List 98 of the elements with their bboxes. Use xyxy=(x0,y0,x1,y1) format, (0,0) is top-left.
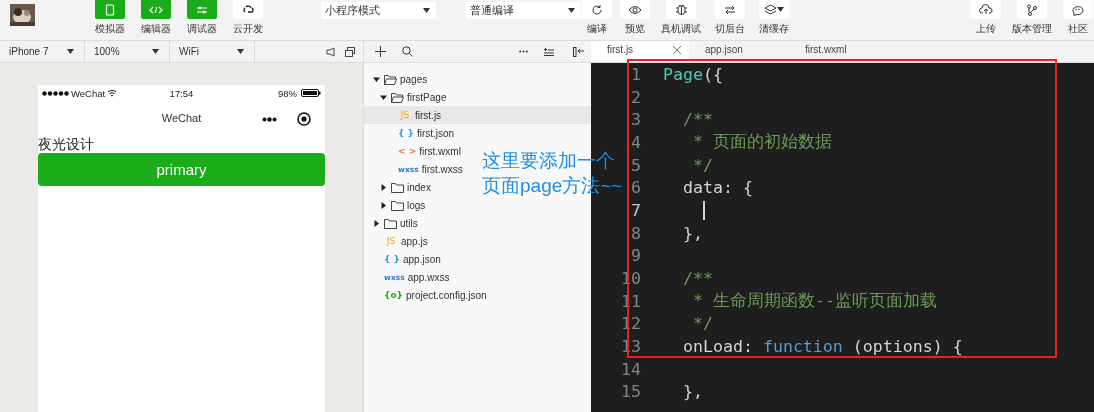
more-icon[interactable] xyxy=(262,116,277,122)
tree-item[interactable]: index xyxy=(407,181,431,193)
tree-item[interactable]: app.wxss xyxy=(407,271,450,283)
file-type-icon: { } xyxy=(398,128,414,138)
line-number: 1 xyxy=(631,64,641,84)
tree-item[interactable]: firstPage xyxy=(407,91,447,103)
dropdown[interactable]: iPhone 7 xyxy=(0,41,85,62)
line-number: 14 xyxy=(621,359,641,379)
branch-icon xyxy=(1026,3,1038,16)
file-type-icon: JS xyxy=(398,110,412,120)
switch-icon xyxy=(724,4,736,15)
expanded-arrow-icon[interactable] xyxy=(373,75,380,83)
speaker-icon[interactable] xyxy=(326,46,335,57)
caret-icon xyxy=(67,49,74,54)
toolbar-button[interactable]: 真机调试 xyxy=(658,0,704,35)
tree-item[interactable]: first.wxml xyxy=(419,145,461,157)
line-number: 15 xyxy=(621,382,641,402)
caret-icon xyxy=(152,49,159,54)
wifi-icon xyxy=(107,89,118,97)
code-line: Page({ xyxy=(663,64,723,84)
line-number: 9 xyxy=(631,246,641,266)
window-icon[interactable] xyxy=(345,46,355,57)
code-line: }, xyxy=(681,223,703,243)
tree-item[interactable]: logs xyxy=(407,199,426,211)
tree-item[interactable]: app.js xyxy=(401,235,428,247)
tree-item[interactable]: app.json xyxy=(402,253,441,265)
tree-item[interactable]: pages xyxy=(400,73,428,85)
search-icon[interactable] xyxy=(402,46,413,57)
link-icon xyxy=(241,4,255,15)
code-line: */ xyxy=(691,314,713,334)
line-number: 2 xyxy=(631,87,641,107)
sliders-icon xyxy=(196,5,208,14)
status-time: 17:54 xyxy=(168,87,195,99)
add-icon[interactable] xyxy=(375,46,386,57)
collapse-icon[interactable] xyxy=(573,46,584,57)
layers-icon xyxy=(764,3,777,16)
bug-icon xyxy=(674,3,688,16)
file-type-icon: JS xyxy=(384,236,398,246)
close-target-icon[interactable] xyxy=(297,112,311,126)
battery-level: 98% xyxy=(278,87,297,99)
open-folder-icon xyxy=(391,91,404,103)
line-number: 8 xyxy=(631,223,641,243)
line-number: 5 xyxy=(631,155,641,175)
folder-icon xyxy=(384,217,397,229)
caret-icon xyxy=(568,8,575,13)
code-line: onLoad: function (options) { xyxy=(681,337,963,357)
tree-item[interactable]: first.json xyxy=(416,127,455,139)
cloud-upload-icon xyxy=(979,4,993,15)
battery-icon xyxy=(301,89,321,97)
toolbar-button[interactable]: 清缓存 xyxy=(756,0,792,35)
collapsed-arrow-icon[interactable] xyxy=(380,201,387,209)
code-line: }, xyxy=(681,382,703,402)
file-type-icon: { } xyxy=(384,254,400,264)
line-number: 4 xyxy=(631,132,641,152)
page-text: 夜光设计 xyxy=(38,135,94,153)
dropdown[interactable]: 100% xyxy=(85,41,170,62)
file-type-icon: < > xyxy=(398,146,417,156)
folder-icon xyxy=(391,181,404,193)
code-line: /** xyxy=(681,269,713,289)
annotation-text: 这里要添加一个 xyxy=(482,149,615,173)
collapsed-arrow-icon[interactable] xyxy=(373,219,380,227)
dropdown[interactable]: 普通编译 xyxy=(466,2,581,19)
dropdown[interactable]: 小程序模式 xyxy=(321,2,436,19)
code-line: data: { xyxy=(681,178,753,198)
chat-icon xyxy=(1070,3,1086,16)
collapsed-arrow-icon[interactable] xyxy=(380,183,387,191)
caret-icon xyxy=(237,49,244,54)
line-number: 6 xyxy=(631,178,641,198)
carrier-name: WeChat xyxy=(71,87,106,99)
folder-icon xyxy=(391,199,404,211)
code-line: * 页面的初始数据 xyxy=(691,131,832,154)
line-number: 3 xyxy=(631,110,641,130)
signal-icon xyxy=(42,90,69,96)
nav-title: WeChat xyxy=(161,112,202,124)
editor-tab[interactable]: first.js xyxy=(591,41,689,62)
open-folder-icon xyxy=(384,73,397,85)
dropdown[interactable]: WiFi xyxy=(170,41,255,62)
phone-icon xyxy=(105,3,115,16)
caret-icon xyxy=(423,8,430,13)
eye-icon xyxy=(628,4,642,15)
line-number: 7 xyxy=(631,200,641,220)
toolbar-button[interactable]: 版本管理 xyxy=(1009,0,1055,35)
code-line: * 生命周期函数--监听页面加载 xyxy=(691,290,937,313)
refresh-icon xyxy=(591,3,603,16)
sort-icon[interactable] xyxy=(544,47,554,56)
tree-item[interactable]: project.config.json xyxy=(406,289,487,301)
toolbar-button[interactable]: 切后台 xyxy=(712,0,748,35)
tree-item[interactable]: first.js xyxy=(415,109,442,121)
tree-item[interactable]: first.wxss xyxy=(421,163,463,175)
expanded-arrow-icon[interactable] xyxy=(380,93,387,101)
close-icon[interactable] xyxy=(673,46,681,54)
caret-icon xyxy=(777,7,784,12)
tree-item[interactable]: utils xyxy=(400,217,418,229)
more-icon[interactable] xyxy=(519,50,528,53)
code-line: /** xyxy=(681,110,713,130)
code-icon xyxy=(149,5,163,14)
code-line: */ xyxy=(691,155,713,175)
file-type-icon: {o} xyxy=(384,290,403,300)
